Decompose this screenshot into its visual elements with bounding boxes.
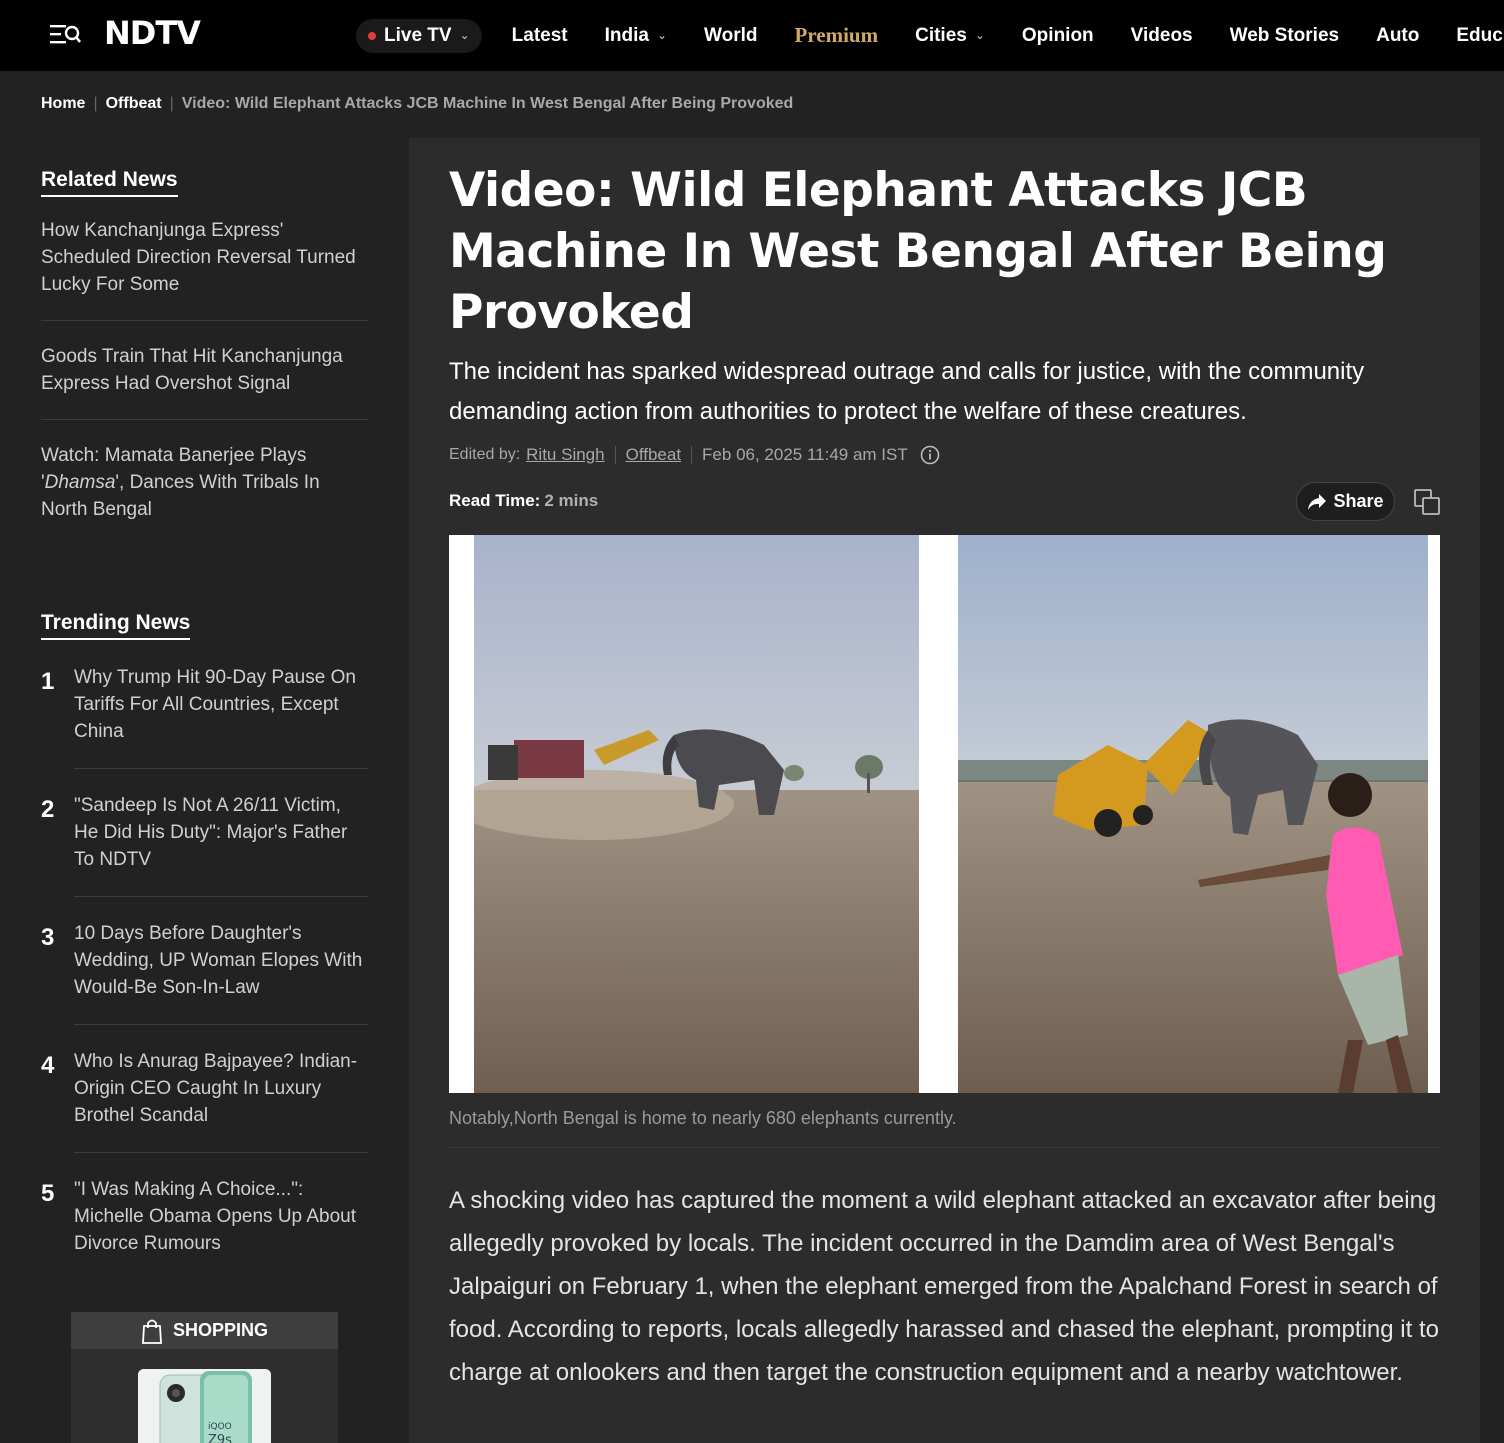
category-link[interactable]: Offbeat xyxy=(626,445,681,465)
image-caption: Notably,North Bengal is home to nearly 6… xyxy=(449,1108,957,1128)
trending-item[interactable]: 4 Who Is Anurag Bajpayee? Indian-Origin … xyxy=(41,1048,368,1153)
article-hero-image[interactable] xyxy=(449,535,1440,1093)
nav-label: Videos xyxy=(1130,24,1193,46)
article-subheadline: The incident has sparked widespread outr… xyxy=(449,358,1365,425)
share-button[interactable]: Share xyxy=(1296,482,1395,521)
chevron-down-icon: ⌄ xyxy=(459,27,470,42)
trending-item[interactable]: 1 Why Trump Hit 90-Day Pause On Tariffs … xyxy=(41,664,368,769)
nav-label: Live TV xyxy=(384,24,452,46)
publish-date: Feb 06, 2025 11:49 am IST xyxy=(702,445,908,464)
shopping-bag-icon xyxy=(142,1319,162,1344)
menu-search-icon[interactable] xyxy=(48,22,82,46)
related-news-list: How Kanchanjunga Express' Scheduled Dire… xyxy=(41,217,368,545)
trending-headline[interactable]: "Sandeep Is Not A 26/11 Victim, He Did H… xyxy=(74,792,368,897)
related-news-item[interactable]: How Kanchanjunga Express' Scheduled Dire… xyxy=(41,217,368,321)
trending-headline[interactable]: Why Trump Hit 90-Day Pause On Tariffs Fo… xyxy=(74,664,368,769)
nav-item-opinion[interactable]: Opinion xyxy=(1022,25,1094,47)
related-news-item[interactable]: Goods Train That Hit Kanchanjunga Expres… xyxy=(41,343,368,420)
elephant-photo-left xyxy=(474,535,919,1093)
read-time-label: Read Time: xyxy=(449,491,541,510)
ndtv-logo[interactable]: NDTV xyxy=(104,14,201,52)
nav-item-web-stories[interactable]: Web Stories xyxy=(1230,25,1339,47)
svg-text:iQOO: iQOO xyxy=(208,1422,232,1432)
nav-label: Premium xyxy=(794,23,879,47)
meta-divider xyxy=(614,446,616,464)
nav-label: World xyxy=(704,24,758,46)
breadcrumb: Home | Offbeat | Video: Wild Elephant At… xyxy=(41,95,793,113)
nav-item-world[interactable]: World xyxy=(704,25,757,47)
article-headline: Video: Wild Elephant Attacks JCB Machine… xyxy=(449,163,1387,340)
trending-item[interactable]: 5 "I Was Making A Choice...": Michelle O… xyxy=(41,1176,368,1280)
nav-item-education[interactable]: Educ xyxy=(1456,25,1502,47)
trending-item[interactable]: 2 "Sandeep Is Not A 26/11 Victim, He Did… xyxy=(41,792,368,897)
chevron-down-icon: ⌄ xyxy=(656,27,668,42)
breadcrumb-separator: | xyxy=(93,95,98,112)
caption-divider xyxy=(449,1147,1440,1148)
trending-rank: 3 xyxy=(41,924,55,951)
copy-link-icon[interactable] xyxy=(1413,488,1441,516)
related-news-item[interactable]: Watch: Mamata Banerjee Plays 'Dhamsa', D… xyxy=(41,442,368,545)
breadcrumb-current: Video: Wild Elephant Attacks JCB Machine… xyxy=(181,95,794,112)
trending-rank: 2 xyxy=(41,796,55,823)
trending-headline[interactable]: 10 Days Before Daughter's Wedding, UP Wo… xyxy=(74,920,368,1025)
nav-label: India xyxy=(604,24,649,46)
read-time: Read Time: 2 mins xyxy=(449,491,598,511)
shopping-label: SHOPPING xyxy=(172,1320,269,1340)
breadcrumb-home[interactable]: Home xyxy=(41,95,85,113)
nav-label: Educ xyxy=(1456,24,1503,46)
trending-rank: 5 xyxy=(41,1180,55,1207)
article-container: Video: Wild Elephant Attacks JCB Machine… xyxy=(409,138,1480,1443)
breadcrumb-section[interactable]: Offbeat xyxy=(106,95,162,113)
article-meta: Edited by: Ritu Singh Offbeat Feb 06, 20… xyxy=(449,445,940,465)
trending-item[interactable]: 3 10 Days Before Daughter's Wedding, UP … xyxy=(41,920,368,1025)
live-dot-icon xyxy=(368,31,376,40)
edited-by-label: Edited by: xyxy=(449,446,521,463)
nav-item-premium[interactable]: Premium xyxy=(795,23,879,48)
article-body-paragraph: A shocking video has captured the moment… xyxy=(449,1187,1439,1386)
nav-label: Opinion xyxy=(1021,24,1094,46)
trending-headline[interactable]: Who Is Anurag Bajpayee? Indian-Origin CE… xyxy=(74,1048,368,1153)
nav-label: Auto xyxy=(1376,24,1420,46)
nav-item-live-tv[interactable]: Live TV ⌄ xyxy=(356,18,482,53)
nav-item-latest[interactable]: Latest xyxy=(512,25,568,47)
trending-headline[interactable]: "I Was Making A Choice...": Michelle Oba… xyxy=(74,1176,368,1280)
nav-item-auto[interactable]: Auto xyxy=(1376,25,1419,47)
shopping-widget[interactable]: SHOPPING iQOO Z9s xyxy=(71,1312,338,1443)
nav-label: Web Stories xyxy=(1229,24,1340,46)
main-nav: Live TV ⌄ Latest India ⌄ World Premium Ci… xyxy=(356,0,1504,71)
top-navigation-bar: NDTV Live TV ⌄ Latest India ⌄ World Premi… xyxy=(0,0,1504,71)
nav-label: Latest xyxy=(511,24,568,46)
nav-item-cities[interactable]: Cities ⌄ xyxy=(915,25,985,47)
trending-rank: 4 xyxy=(41,1052,55,1079)
meta-divider xyxy=(691,446,693,464)
nav-item-videos[interactable]: Videos xyxy=(1131,25,1193,47)
author-link[interactable]: Ritu Singh xyxy=(526,445,604,465)
nav-label: Cities xyxy=(915,24,967,46)
trending-news-list: 1 Why Trump Hit 90-Day Pause On Tariffs … xyxy=(41,664,368,1303)
trending-news-title: Trending News xyxy=(41,611,191,640)
svg-text:Z9s: Z9s xyxy=(208,1433,232,1443)
read-time-value: 2 mins xyxy=(544,491,599,510)
sidebar: Related News How Kanchanjunga Express' S… xyxy=(41,168,368,1254)
nav-item-india[interactable]: India ⌄ xyxy=(605,25,667,47)
product-image[interactable]: iQOO Z9s xyxy=(138,1369,271,1443)
chevron-down-icon: ⌄ xyxy=(974,27,985,42)
breadcrumb-separator: | xyxy=(169,95,174,112)
phone-product-image: iQOO Z9s xyxy=(138,1369,271,1443)
share-label: Share xyxy=(1333,491,1384,511)
related-news-title: Related News xyxy=(41,168,178,197)
shopping-header: SHOPPING xyxy=(71,1312,338,1349)
elephant-photo-right xyxy=(958,535,1428,1093)
info-icon[interactable] xyxy=(920,445,940,465)
trending-rank: 1 xyxy=(41,668,55,695)
share-arrow-icon xyxy=(1308,493,1327,510)
